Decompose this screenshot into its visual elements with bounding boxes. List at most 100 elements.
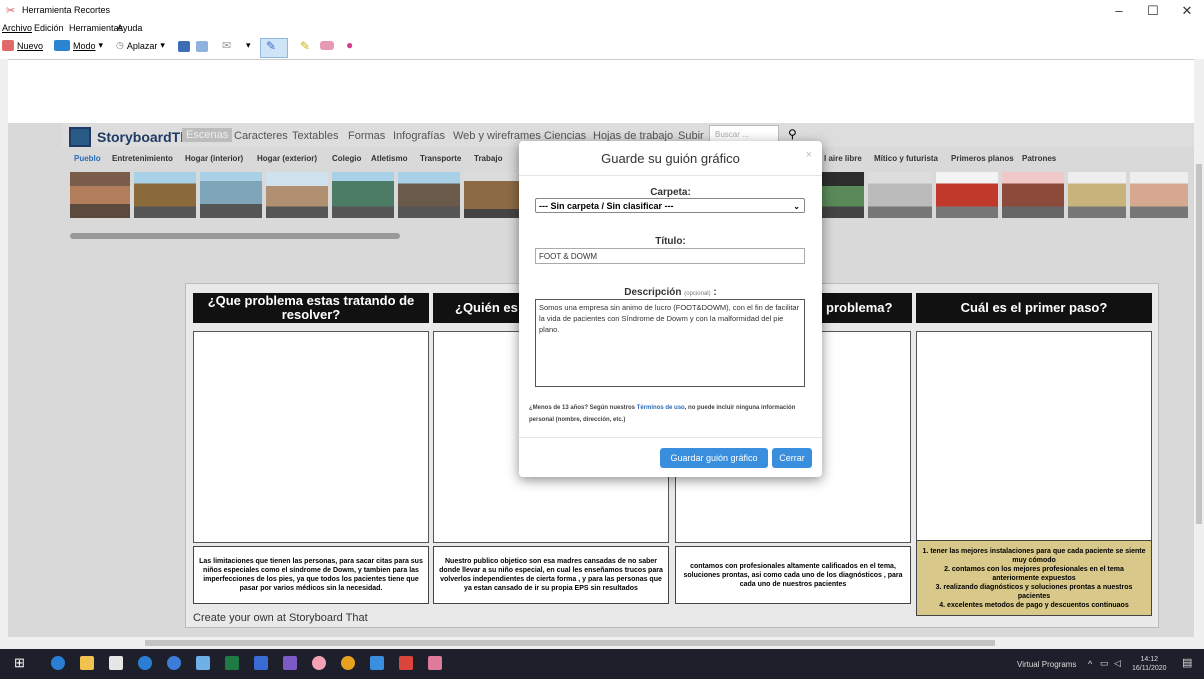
chevron-down-icon[interactable]: ▾ bbox=[246, 40, 251, 51]
cell-description[interactable]: contamos con profesionales altamente cal… bbox=[675, 546, 911, 604]
app-icon[interactable] bbox=[196, 656, 210, 670]
scene-thumbnail[interactable] bbox=[1002, 172, 1064, 218]
cell-description[interactable]: Nuestro publico objetico son esa madres … bbox=[433, 546, 669, 604]
folder-select[interactable]: --- Sin carpeta / Sin clasificar --- ⌄ bbox=[535, 198, 805, 213]
scroll-thumb[interactable] bbox=[1196, 164, 1202, 524]
cell-description[interactable]: 1. tener las mejores instalaciones para … bbox=[916, 540, 1152, 616]
dialog-footer-divider bbox=[519, 437, 822, 438]
scene-thumbnail[interactable] bbox=[266, 172, 328, 218]
create-own-footer: Create your own at Storyboard That bbox=[193, 612, 368, 624]
terms-link[interactable]: Términos de uso bbox=[637, 405, 685, 411]
scissors-icon bbox=[2, 40, 14, 51]
storyboard-cell[interactable] bbox=[193, 331, 429, 543]
subcat-patrones[interactable]: Patrones bbox=[1022, 154, 1056, 163]
copy-icon[interactable] bbox=[196, 41, 208, 52]
menu-archivo[interactable]: Archivo bbox=[2, 23, 32, 33]
snipping-tool-taskbar-icon[interactable] bbox=[428, 656, 442, 670]
column-heading[interactable]: problema? bbox=[822, 293, 912, 323]
dialog-header: Guarde su guión gráfico × bbox=[519, 141, 822, 176]
storyboard-cell[interactable] bbox=[916, 331, 1152, 543]
subcat-colegio[interactable]: Colegio bbox=[332, 154, 361, 163]
column-heading[interactable]: Cuál es el primer paso? bbox=[916, 293, 1152, 323]
highlighter-icon[interactable]: ✎ bbox=[300, 39, 310, 53]
logo-icon bbox=[69, 127, 91, 147]
nav-infografias[interactable]: Infografías bbox=[393, 130, 445, 142]
save-storyboard-dialog: Guarde su guión gráfico × Carpeta: --- S… bbox=[519, 141, 822, 477]
word-icon[interactable] bbox=[254, 656, 268, 670]
network-icon[interactable]: ▭ bbox=[1100, 658, 1109, 669]
eraser-icon[interactable] bbox=[320, 41, 334, 50]
minimize-button[interactable]: – bbox=[1102, 2, 1136, 20]
excel-icon[interactable] bbox=[225, 656, 239, 670]
edge-icon[interactable] bbox=[51, 656, 65, 670]
paint-icon[interactable]: ● bbox=[346, 38, 353, 52]
nav-caracteres[interactable]: Caracteres bbox=[234, 130, 288, 142]
vertical-scrollbar[interactable] bbox=[1194, 59, 1204, 637]
store-icon[interactable] bbox=[109, 656, 123, 670]
title-label: Título: bbox=[655, 236, 686, 247]
thumbnail-scrollbar[interactable] bbox=[70, 233, 400, 239]
save-storyboard-button[interactable]: Guardar guión gráfico bbox=[660, 448, 768, 468]
delay-button[interactable]: ◷ Aplazar ▾ bbox=[116, 40, 165, 51]
scene-thumbnail[interactable] bbox=[868, 172, 932, 218]
scene-thumbnail[interactable] bbox=[1068, 172, 1126, 218]
maximize-button[interactable]: ☐ bbox=[1136, 2, 1170, 20]
scene-thumbnail[interactable] bbox=[936, 172, 998, 218]
close-window-button[interactable]: ✕ bbox=[1170, 2, 1204, 20]
paint-app-icon[interactable] bbox=[312, 656, 326, 670]
nav-formas[interactable]: Formas bbox=[348, 130, 385, 142]
close-dialog-button[interactable]: Cerrar bbox=[772, 448, 812, 468]
subcat-hogar-exterior[interactable]: Hogar (exterior) bbox=[257, 154, 317, 163]
subcat-primeros-planos[interactable]: Primeros planos bbox=[951, 154, 1014, 163]
subcat-pueblo[interactable]: Pueblo bbox=[74, 154, 101, 163]
subcat-transporte[interactable]: Transporte bbox=[420, 154, 461, 163]
system-clock[interactable]: 14:12 16/11/2020 bbox=[1132, 655, 1167, 673]
menu-ayuda[interactable]: Ayuda bbox=[117, 23, 142, 33]
windows-start-icon[interactable]: ⊞ bbox=[14, 655, 25, 671]
subcat-entretenimiento[interactable]: Entretenimiento bbox=[112, 154, 173, 163]
scene-thumbnail[interactable] bbox=[1130, 172, 1188, 218]
subcat-hogar-interior[interactable]: Hogar (interior) bbox=[185, 154, 243, 163]
chevron-up-icon[interactable]: ^ bbox=[1088, 659, 1092, 669]
menu-bar: Archivo Edición Herramientas Ayuda bbox=[0, 22, 1204, 36]
nav-textables[interactable]: Textables bbox=[292, 130, 338, 142]
menu-herramientas[interactable]: Herramientas bbox=[69, 23, 123, 33]
search-icon[interactable]: ⚲ bbox=[788, 127, 797, 141]
send-icon[interactable]: ✉ bbox=[222, 39, 231, 52]
app-icon[interactable] bbox=[370, 656, 384, 670]
column-heading[interactable]: ¿Que problema estas tratando de resolver… bbox=[193, 293, 429, 323]
teams-icon[interactable] bbox=[283, 656, 297, 670]
scene-thumbnail[interactable] bbox=[70, 172, 130, 218]
nav-escenas[interactable]: Escenas bbox=[182, 128, 233, 142]
close-icon[interactable]: × bbox=[806, 149, 812, 161]
subcat-mitico-futurista[interactable]: Mítico y futurista bbox=[874, 154, 938, 163]
mode-button[interactable]: Modo ▾ bbox=[54, 40, 103, 51]
scene-thumbnail[interactable] bbox=[822, 172, 864, 218]
scroll-thumb[interactable] bbox=[145, 640, 995, 646]
new-snip-button[interactable]: Nuevo bbox=[2, 40, 43, 51]
scene-thumbnail[interactable] bbox=[398, 172, 460, 218]
notifications-icon[interactable]: ▤ bbox=[1182, 656, 1192, 669]
tray-label[interactable]: Virtual Programs bbox=[1017, 660, 1076, 669]
column-heading[interactable]: ¿Quién es bbox=[433, 293, 523, 323]
subcat-atletismo[interactable]: Atletismo bbox=[371, 154, 407, 163]
description-textarea[interactable]: Somos una empresa sin animo de lucro (FO… bbox=[535, 299, 805, 387]
browser-icon[interactable] bbox=[167, 656, 181, 670]
file-explorer-icon[interactable] bbox=[80, 656, 94, 670]
chrome-icon[interactable] bbox=[341, 656, 355, 670]
powerpoint-icon[interactable] bbox=[399, 656, 413, 670]
scene-thumbnail[interactable] bbox=[200, 172, 262, 218]
save-snip-icon[interactable] bbox=[178, 41, 190, 52]
scene-thumbnail[interactable] bbox=[134, 172, 196, 218]
internet-explorer-icon[interactable] bbox=[138, 656, 152, 670]
subcat-aire-libre[interactable]: l aire libre bbox=[824, 154, 862, 163]
cell-description[interactable]: Las limitaciones que tienen las personas… bbox=[193, 546, 429, 604]
scene-thumbnail[interactable] bbox=[464, 172, 519, 218]
title-input[interactable]: FOOT & DOWM bbox=[535, 248, 805, 264]
menu-edicion[interactable]: Edición bbox=[34, 23, 64, 33]
clock-icon: ◷ bbox=[116, 40, 124, 50]
horizontal-scrollbar[interactable] bbox=[0, 637, 1204, 649]
scene-thumbnail[interactable] bbox=[332, 172, 394, 218]
volume-icon[interactable]: ◁ bbox=[1114, 658, 1121, 669]
subcat-trabajo[interactable]: Trabajo bbox=[474, 154, 502, 163]
